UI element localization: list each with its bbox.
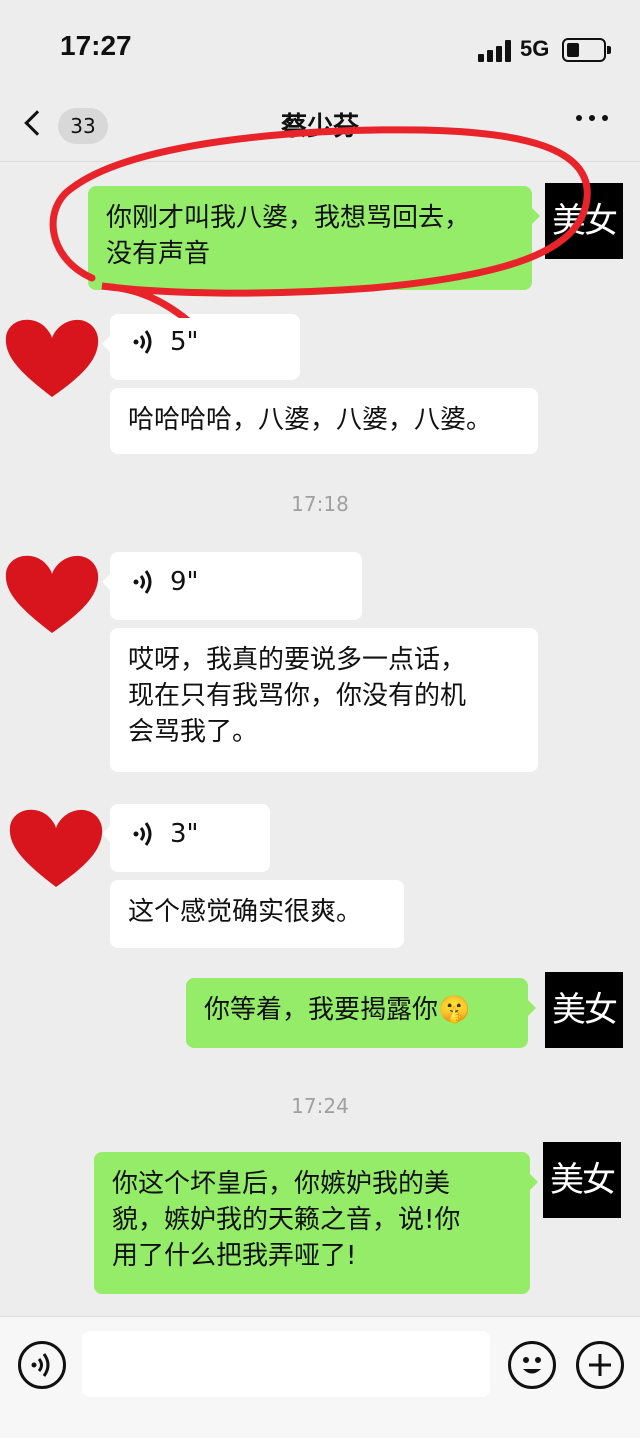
more-dots-icon[interactable] <box>574 108 610 128</box>
heart-avatar[interactable] <box>6 802 106 892</box>
chat-header: 33 蔡少芬 <box>0 96 640 162</box>
message-bubble-in[interactable]: 这个感觉确实很爽。 <box>110 880 404 948</box>
self-avatar[interactable]: 美女 <box>545 183 623 259</box>
message-text: 你这个坏皇后，你嫉妒我的美 貌，嫉妒我的天籁之音，说!你 用了什么把我弄哑了! <box>112 1169 461 1271</box>
message-input[interactable] <box>82 1331 490 1397</box>
heart-avatar[interactable] <box>2 312 102 402</box>
network-label: 5G <box>520 36 550 61</box>
voice-duration: 9" <box>170 567 199 597</box>
voice-input-button[interactable] <box>18 1341 66 1389</box>
voice-message-bubble[interactable]: 3" <box>102 804 270 872</box>
message-text: 这个感觉确实很爽。 <box>128 897 363 927</box>
voice-icon <box>133 330 152 354</box>
chat-input-bar <box>0 1316 640 1438</box>
chat-title: 蔡少芬 <box>280 112 359 142</box>
voice-duration: 5" <box>170 327 199 357</box>
time-separator: 17:18 <box>291 492 349 516</box>
self-avatar[interactable]: 美女 <box>545 972 623 1048</box>
signal-icon <box>478 40 514 62</box>
message-bubble-in[interactable]: 哈哈哈哈，八婆，八婆，八婆。 <box>110 388 538 454</box>
emoji-icon <box>523 1357 541 1374</box>
voice-message-bubble[interactable]: 5" <box>102 314 300 380</box>
time-separator: 17:24 <box>291 1094 349 1118</box>
status-time: 17:27 <box>60 30 132 61</box>
message-bubble-out[interactable]: 你这个坏皇后，你嫉妒我的美 貌，嫉妒我的天籁之音，说!你 用了什么把我弄哑了! <box>94 1152 538 1294</box>
status-bar: 17:27 5G <box>0 0 640 96</box>
voice-icon <box>133 570 152 594</box>
message-text: 你等着，我要揭露你🤫 <box>204 995 471 1025</box>
voice-icon <box>31 1353 50 1377</box>
voice-icon <box>133 822 152 846</box>
message-text: 哈哈哈哈，八婆，八婆，八婆。 <box>128 405 493 435</box>
message-text: 哎呀，我真的要说多一点话， 现在只有我骂你，你没有的机 会骂我了。 <box>128 645 467 747</box>
heart-avatar[interactable] <box>2 548 102 638</box>
voice-duration: 3" <box>170 819 199 849</box>
message-text: 你刚才叫我八婆，我想骂回去， 没有声音 <box>106 203 471 269</box>
plus-icon <box>589 1354 611 1376</box>
add-button[interactable] <box>576 1341 624 1389</box>
battery-icon <box>562 38 611 62</box>
voice-message-bubble[interactable]: 9" <box>102 552 362 620</box>
emoji-button[interactable] <box>508 1341 556 1389</box>
message-bubble-out[interactable]: 你等着，我要揭露你🤫 <box>186 978 536 1048</box>
self-avatar[interactable]: 美女 <box>543 1142 621 1218</box>
message-bubble-out[interactable]: 你刚才叫我八婆，我想骂回去， 没有声音 <box>88 186 540 290</box>
message-bubble-in[interactable]: 哎呀，我真的要说多一点话， 现在只有我骂你，你没有的机 会骂我了。 <box>110 628 538 772</box>
